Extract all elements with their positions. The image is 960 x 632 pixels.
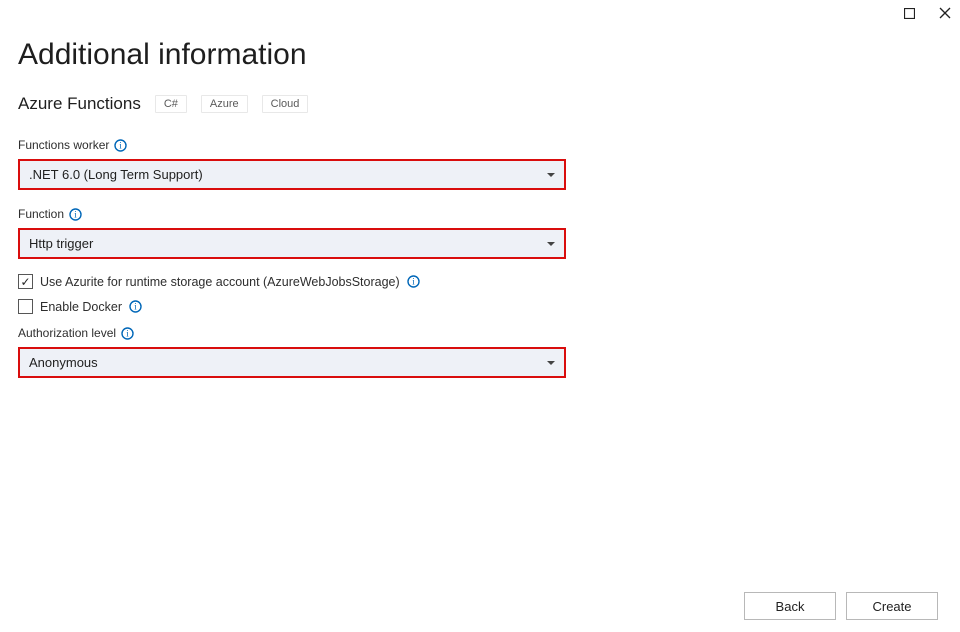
back-button[interactable]: Back (744, 592, 836, 620)
project-type: Azure Functions (18, 94, 141, 114)
auth-level-label: Authorization level (18, 326, 116, 340)
functions-worker-label: Functions worker (18, 138, 109, 152)
svg-text:i: i (126, 328, 129, 338)
create-button[interactable]: Create (846, 592, 938, 620)
function-value: Http trigger (29, 236, 93, 251)
azurite-checkbox[interactable] (18, 274, 33, 289)
info-icon[interactable]: i (121, 327, 134, 340)
docker-checkbox-label: Enable Docker (40, 300, 122, 314)
svg-text:i: i (412, 277, 415, 287)
svg-text:i: i (120, 140, 123, 150)
functions-worker-dropdown[interactable]: .NET 6.0 (Long Term Support) (18, 159, 566, 190)
chevron-down-icon (547, 173, 555, 177)
svg-text:i: i (74, 209, 77, 219)
azurite-checkbox-label: Use Azurite for runtime storage account … (40, 275, 400, 289)
svg-text:i: i (134, 302, 137, 312)
docker-checkbox[interactable] (18, 299, 33, 314)
info-icon[interactable]: i (69, 208, 82, 221)
auth-level-dropdown[interactable]: Anonymous (18, 347, 566, 378)
functions-worker-value: .NET 6.0 (Long Term Support) (29, 167, 203, 182)
info-icon[interactable]: i (114, 139, 127, 152)
tag-azure: Azure (201, 95, 248, 113)
close-icon[interactable] (938, 6, 952, 20)
page-title: Additional information (18, 38, 942, 72)
info-icon[interactable]: i (407, 275, 420, 288)
chevron-down-icon (547, 361, 555, 365)
chevron-down-icon (547, 242, 555, 246)
function-label: Function (18, 207, 64, 221)
function-dropdown[interactable]: Http trigger (18, 228, 566, 259)
auth-level-value: Anonymous (29, 355, 98, 370)
maximize-icon[interactable] (902, 6, 916, 20)
tag-csharp: C# (155, 95, 187, 113)
tag-cloud: Cloud (262, 95, 309, 113)
info-icon[interactable]: i (129, 300, 142, 313)
